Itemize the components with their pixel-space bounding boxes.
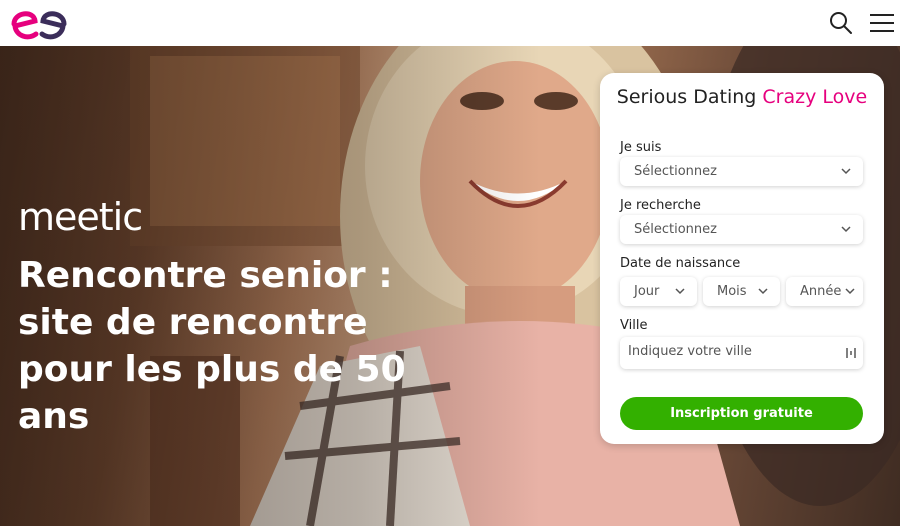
birthdate-label: Date de naissance (620, 256, 741, 271)
looking-for-value: Sélectionnez (634, 222, 717, 237)
chevron-down-icon (845, 288, 855, 295)
hero-title: Rencontre senior : site de rencontre pou… (18, 255, 406, 437)
hamburger-menu-icon[interactable] (868, 11, 896, 35)
city-label: Ville (620, 318, 648, 333)
meetic-brand-logo[interactable]: meetic (18, 196, 158, 238)
looking-for-select[interactable]: Sélectionnez (620, 215, 863, 244)
svg-text:meetic: meetic (18, 196, 142, 238)
signup-form: Serious Dating Crazy Love Je suis Sélect… (600, 73, 884, 444)
looking-for-label: Je recherche (620, 198, 701, 213)
birth-month-select[interactable]: Mois (703, 277, 780, 306)
birth-year-select[interactable]: Année (786, 277, 863, 306)
city-field[interactable] (620, 337, 863, 369)
chevron-down-icon (675, 288, 685, 295)
birth-year-value: Année (800, 284, 842, 299)
birth-day-select[interactable]: Jour (620, 277, 697, 306)
birth-day-value: Jour (634, 284, 660, 299)
form-title-accent: Crazy Love (762, 86, 868, 108)
form-title: Serious Dating Crazy Love (600, 87, 884, 107)
search-icon[interactable] (828, 10, 854, 36)
i-am-value: Sélectionnez (634, 164, 717, 179)
i-am-select[interactable]: Sélectionnez (620, 157, 863, 186)
location-icon[interactable] (845, 346, 857, 360)
chevron-down-icon (841, 168, 851, 175)
meetic-logo-icon[interactable] (10, 4, 68, 42)
chevron-down-icon (758, 288, 768, 295)
city-input[interactable] (628, 344, 838, 359)
i-am-label: Je suis (620, 140, 662, 155)
birth-month-value: Mois (717, 284, 747, 299)
chevron-down-icon (841, 226, 851, 233)
top-bar (0, 0, 900, 46)
form-title-main: Serious Dating (616, 86, 757, 108)
signup-submit-button[interactable]: Inscription gratuite (620, 397, 863, 430)
